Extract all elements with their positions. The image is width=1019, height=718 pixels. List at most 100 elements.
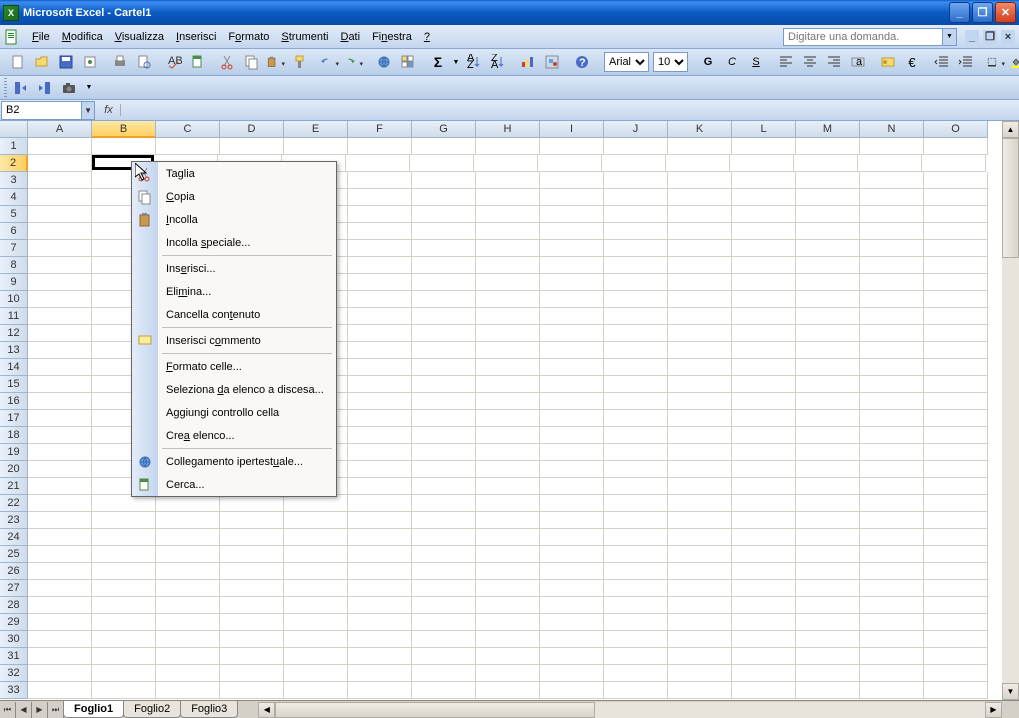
cell-F20[interactable]	[348, 461, 412, 478]
cell-M23[interactable]	[796, 512, 860, 529]
row-header-33[interactable]: 33	[0, 682, 28, 699]
cell-O29[interactable]	[924, 614, 988, 631]
cell-K3[interactable]	[668, 172, 732, 189]
cell-G2[interactable]	[410, 155, 474, 172]
minimize-button[interactable]: _	[949, 2, 970, 23]
column-header-F[interactable]: F	[348, 121, 412, 138]
cell-L2[interactable]	[730, 155, 794, 172]
row-header-10[interactable]: 10	[0, 291, 28, 308]
cell-A5[interactable]	[28, 206, 92, 223]
cell-N21[interactable]	[860, 478, 924, 495]
cell-G22[interactable]	[412, 495, 476, 512]
cell-D26[interactable]	[220, 563, 284, 580]
cell-J31[interactable]	[604, 648, 668, 665]
cell-H10[interactable]	[476, 291, 540, 308]
cell-H30[interactable]	[476, 631, 540, 648]
cell-N19[interactable]	[860, 444, 924, 461]
cell-M5[interactable]	[796, 206, 860, 223]
cell-H12[interactable]	[476, 325, 540, 342]
select-all-corner[interactable]	[0, 121, 28, 138]
cell-L9[interactable]	[732, 274, 796, 291]
cell-D27[interactable]	[220, 580, 284, 597]
cell-N7[interactable]	[860, 240, 924, 257]
cell-O15[interactable]	[924, 376, 988, 393]
cell-K12[interactable]	[668, 325, 732, 342]
cell-N33[interactable]	[860, 682, 924, 699]
cell-K14[interactable]	[668, 359, 732, 376]
cell-J9[interactable]	[604, 274, 668, 291]
cell-I25[interactable]	[540, 546, 604, 563]
undo-button[interactable]	[319, 51, 341, 73]
cell-G18[interactable]	[412, 427, 476, 444]
cell-G10[interactable]	[412, 291, 476, 308]
italic-button[interactable]: C	[721, 51, 743, 73]
cell-L4[interactable]	[732, 189, 796, 206]
cell-J21[interactable]	[604, 478, 668, 495]
underline-button[interactable]: S	[745, 51, 767, 73]
cell-E22[interactable]	[284, 495, 348, 512]
row-header-32[interactable]: 32	[0, 665, 28, 682]
doc-close-button[interactable]: ×	[1001, 30, 1015, 44]
cell-J24[interactable]	[604, 529, 668, 546]
cell-I14[interactable]	[540, 359, 604, 376]
cell-L6[interactable]	[732, 223, 796, 240]
vscroll-thumb[interactable]	[1002, 138, 1019, 258]
cell-I30[interactable]	[540, 631, 604, 648]
row-header-13[interactable]: 13	[0, 342, 28, 359]
cell-O6[interactable]	[924, 223, 988, 240]
cell-O21[interactable]	[924, 478, 988, 495]
help-button[interactable]: ?	[571, 51, 593, 73]
cell-H19[interactable]	[476, 444, 540, 461]
cell-I15[interactable]	[540, 376, 604, 393]
row-header-18[interactable]: 18	[0, 427, 28, 444]
cell-K24[interactable]	[668, 529, 732, 546]
toolbar-handle-3[interactable]	[4, 78, 7, 98]
cell-J15[interactable]	[604, 376, 668, 393]
save-button[interactable]	[55, 51, 77, 73]
menu-edit[interactable]: Modifica	[56, 28, 109, 46]
cell-A6[interactable]	[28, 223, 92, 240]
name-box[interactable]: B2 ▼	[1, 101, 95, 120]
cell-L25[interactable]	[732, 546, 796, 563]
row-header-1[interactable]: 1	[0, 138, 28, 155]
close-button[interactable]: ✕	[995, 2, 1016, 23]
cell-I16[interactable]	[540, 393, 604, 410]
row-header-26[interactable]: 26	[0, 563, 28, 580]
cell-H13[interactable]	[476, 342, 540, 359]
row-header-20[interactable]: 20	[0, 461, 28, 478]
column-header-A[interactable]: A	[28, 121, 92, 138]
cell-M15[interactable]	[796, 376, 860, 393]
drawing-button[interactable]	[541, 51, 563, 73]
cell-A19[interactable]	[28, 444, 92, 461]
cell-K27[interactable]	[668, 580, 732, 597]
cell-A3[interactable]	[28, 172, 92, 189]
cell-O13[interactable]	[924, 342, 988, 359]
cut-button[interactable]	[217, 51, 239, 73]
cell-O20[interactable]	[924, 461, 988, 478]
column-header-J[interactable]: J	[604, 121, 668, 138]
new-button[interactable]	[7, 51, 29, 73]
cell-M10[interactable]	[796, 291, 860, 308]
cell-H3[interactable]	[476, 172, 540, 189]
cell-L27[interactable]	[732, 580, 796, 597]
cell-A11[interactable]	[28, 308, 92, 325]
cell-K30[interactable]	[668, 631, 732, 648]
context-insert[interactable]: Inserisci...	[132, 257, 336, 280]
cell-N8[interactable]	[860, 257, 924, 274]
cell-A1[interactable]	[28, 138, 92, 155]
cell-H28[interactable]	[476, 597, 540, 614]
context-delete[interactable]: Elimina...	[132, 280, 336, 303]
cell-M12[interactable]	[796, 325, 860, 342]
cell-O30[interactable]	[924, 631, 988, 648]
permissions-button[interactable]	[79, 51, 101, 73]
cell-B27[interactable]	[92, 580, 156, 597]
row-header-6[interactable]: 6	[0, 223, 28, 240]
cell-K9[interactable]	[668, 274, 732, 291]
row-header-17[interactable]: 17	[0, 410, 28, 427]
cell-L7[interactable]	[732, 240, 796, 257]
cell-B33[interactable]	[92, 682, 156, 699]
cell-F14[interactable]	[348, 359, 412, 376]
cell-O7[interactable]	[924, 240, 988, 257]
cell-E26[interactable]	[284, 563, 348, 580]
row-header-24[interactable]: 24	[0, 529, 28, 546]
